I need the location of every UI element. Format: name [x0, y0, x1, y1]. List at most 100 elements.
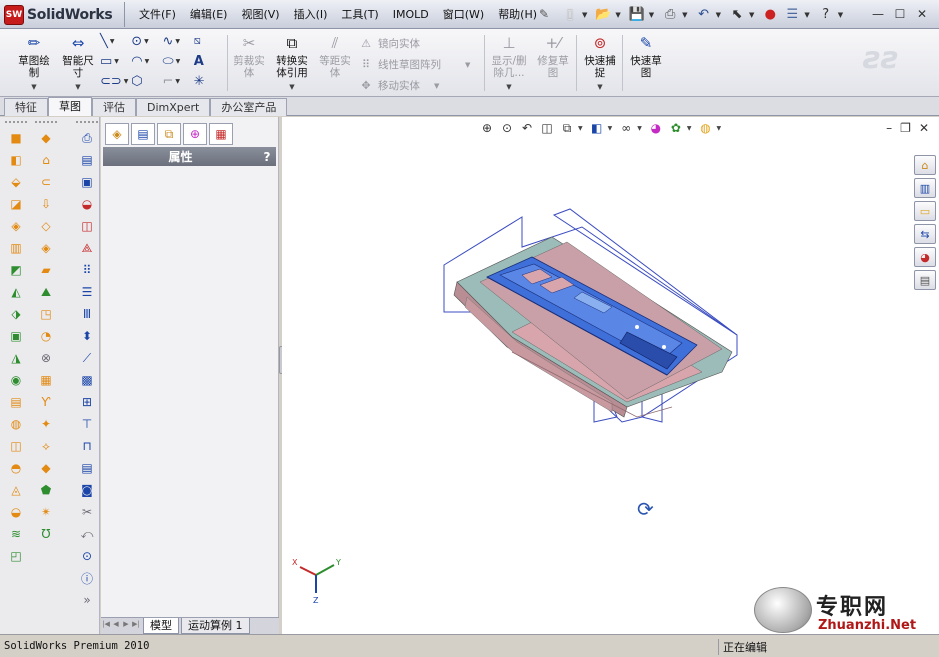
circular-pattern-icon[interactable]: ◍ — [5, 414, 27, 434]
save-icon[interactable]: 💾 — [627, 4, 647, 26]
chevron-down-icon[interactable]: ▼ — [31, 81, 36, 93]
lifter-icon[interactable]: ⟋ — [76, 348, 98, 368]
extruded-boss-icon[interactable]: ■ — [5, 128, 27, 148]
bom-icon[interactable]: ▤ — [76, 458, 98, 478]
zoom-icon[interactable]: ⊙ — [76, 546, 98, 566]
select-cursor-icon[interactable]: ⬉ — [727, 4, 747, 26]
mold-analysis-icon[interactable]: ⎙ — [76, 128, 98, 148]
polygon-tool-icon[interactable]: ⬡ — [131, 74, 162, 89]
feature-manager-tab-icon[interactable]: ◈ — [105, 123, 129, 145]
split-icon[interactable]: ◈ — [35, 238, 57, 258]
tab-motion-study[interactable]: 运动算例 1 — [181, 618, 250, 634]
rectangle-tool-icon[interactable]: ▭ ▼ — [100, 54, 131, 69]
revolved-cut-icon[interactable]: ⌂ — [35, 150, 57, 170]
menu-help[interactable]: 帮助(H) — [491, 0, 544, 29]
chevron-down-icon[interactable]: ▼ — [506, 81, 511, 93]
point-tool-icon[interactable]: ✳ — [194, 74, 225, 89]
chevron-down-icon[interactable]: ▼ — [804, 11, 809, 19]
fillet-feature-icon[interactable]: ◩ — [5, 260, 27, 280]
plane-tool-icon[interactable]: ⧅ — [194, 34, 225, 48]
wrap-icon[interactable]: ◒ — [5, 502, 27, 522]
intersect-icon[interactable]: ◔ — [35, 326, 57, 346]
combine-icon[interactable]: ▦ — [35, 370, 57, 390]
offset-surface-icon[interactable]: ◳ — [35, 304, 57, 324]
extruded-cut-icon[interactable]: ◆ — [35, 128, 57, 148]
tab-office-products[interactable]: 办公室产品 — [210, 98, 288, 116]
circle-tool-icon[interactable]: ⊙ ▼ — [131, 34, 162, 49]
freeform-icon[interactable]: ⟡ — [35, 436, 57, 456]
sketch-button[interactable]: ✏ 草图绘 制 ▼ — [10, 31, 58, 93]
chevron-down-icon[interactable]: ▼ — [597, 81, 602, 93]
repair-sketch-button[interactable]: +⁄ 修复草 图 — [533, 31, 573, 93]
linear-pattern-feature-icon[interactable]: ▤ — [5, 392, 27, 412]
file-icon[interactable]: ▤ — [76, 150, 98, 170]
menu-insert[interactable]: 插入(I) — [287, 0, 335, 29]
layout-icon[interactable]: ⠿ — [76, 260, 98, 280]
cooling-icon[interactable]: ▩ — [76, 370, 98, 390]
chevron-down-icon[interactable]: ▼ — [75, 81, 80, 93]
chevron-down-icon[interactable]: ▼ — [434, 82, 439, 90]
bend-icon[interactable]: ⤺ — [76, 524, 98, 544]
gate-icon[interactable]: ⊞ — [76, 392, 98, 412]
reference-geometry-icon[interactable]: ◰ — [5, 546, 27, 566]
info-icon[interactable]: ⓘ — [76, 568, 98, 588]
boundary-boss-icon[interactable]: ◈ — [5, 216, 27, 236]
offset-entities-button[interactable]: ⫽ 等距实 体 — [316, 31, 354, 93]
open-folder-icon[interactable]: 📂 — [593, 4, 613, 26]
toolbar-grip[interactable] — [5, 121, 27, 126]
chevron-down-icon[interactable]: ▼ — [465, 61, 470, 69]
chevron-down-icon[interactable]: ▼ — [582, 11, 587, 19]
core-cavity-icon[interactable]: ◫ — [76, 216, 98, 236]
mirror-entities-button[interactable]: ⚠ 镜向实体 — [358, 33, 470, 54]
menu-view[interactable]: 视图(V) — [234, 0, 286, 29]
save-part-icon[interactable]: ▣ — [76, 172, 98, 192]
menu-imold[interactable]: IMOLD — [386, 0, 436, 29]
chevron-down-icon[interactable]: ▼ — [838, 11, 843, 19]
curves-icon[interactable]: ≋ — [5, 524, 27, 544]
curve-tools-icon[interactable]: Ʊ — [35, 524, 57, 544]
smart-dimension-button[interactable]: ⇔ 智能尺 寸 ▼ — [56, 31, 100, 93]
knit-surface-icon[interactable]: ⬟ — [35, 480, 57, 500]
options-icon[interactable]: ☰ — [782, 4, 802, 26]
first-tab-icon[interactable]: |◀ — [101, 620, 111, 632]
ellipse-tool-icon[interactable]: ⬭ ▼ — [163, 54, 194, 69]
arc-tool-icon[interactable]: ◠ ▼ — [131, 54, 162, 69]
shrinkage-icon[interactable]: ⟁ — [76, 238, 98, 258]
menu-file[interactable]: 文件(F) — [132, 0, 183, 29]
menu-tools[interactable]: 工具(T) — [334, 0, 385, 29]
hole-wizard-icon[interactable]: ◉ — [5, 370, 27, 390]
flex-icon[interactable]: ◬ — [5, 480, 27, 500]
sketch-tools-icon[interactable]: ✴ — [35, 502, 57, 522]
scissors-icon[interactable]: ✂ — [76, 502, 98, 522]
sprue-icon[interactable]: ⊓ — [76, 436, 98, 456]
dimxpert-manager-tab-icon[interactable]: ⊕ — [183, 123, 207, 145]
chevron-more-icon[interactable]: » — [76, 590, 98, 610]
slider-icon[interactable]: ⬍ — [76, 326, 98, 346]
mirror-feature-icon[interactable]: ◫ — [5, 436, 27, 456]
dome-icon[interactable]: ◓ — [5, 458, 27, 478]
tab-dimxpert[interactable]: DimXpert — [136, 98, 211, 116]
thicken-icon[interactable]: ▥ — [5, 238, 27, 258]
surface-cut-icon[interactable]: ▰ — [35, 260, 57, 280]
spline-tool-icon[interactable]: ∿ ▼ — [163, 34, 194, 49]
shell-icon[interactable]: ▣ — [5, 326, 27, 346]
configuration-manager-tab-icon[interactable]: ⧉ — [157, 123, 181, 145]
move-face-icon[interactable]: ⛰ — [35, 282, 57, 302]
scale-icon[interactable]: ◆ — [35, 458, 57, 478]
mold-model-view[interactable] — [282, 117, 939, 634]
menu-window[interactable]: 窗口(W) — [436, 0, 491, 29]
undo-icon[interactable]: ↶ — [694, 4, 714, 26]
print-icon[interactable]: ⎙ — [660, 4, 680, 26]
lofted-cut-icon[interactable]: ⇩ — [35, 194, 57, 214]
minimize-icon[interactable]: — — [869, 5, 887, 23]
slot-tool-icon[interactable]: ⊂⊃ ▼ — [100, 74, 131, 89]
prev-tab-icon[interactable]: ◀ — [111, 620, 121, 632]
deform-icon[interactable]: ✦ — [35, 414, 57, 434]
text-tool-icon[interactable]: A — [194, 54, 225, 69]
close-icon[interactable]: ✕ — [913, 5, 931, 23]
chevron-down-icon[interactable]: ▼ — [649, 11, 654, 19]
drawing-icon[interactable]: ◙ — [76, 480, 98, 500]
chevron-down-icon[interactable]: ▼ — [682, 11, 687, 19]
ejector-icon[interactable]: Ⅲ — [76, 304, 98, 324]
tab-model[interactable]: 模型 — [143, 618, 179, 634]
